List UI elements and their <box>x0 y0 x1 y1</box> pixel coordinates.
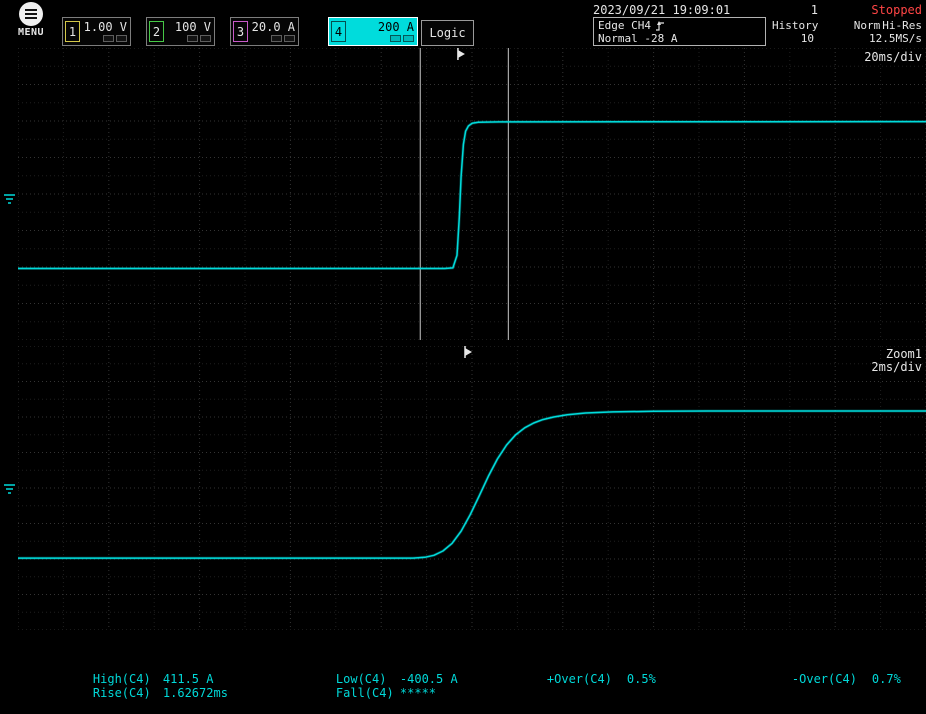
logic-button[interactable]: Logic <box>421 20 474 46</box>
ch4-zero-level-marker-zoom[interactable] <box>2 480 16 499</box>
main-waveform-area <box>18 48 926 340</box>
menu-button[interactable]: MENU <box>10 2 52 38</box>
logic-label: Logic <box>429 26 465 40</box>
acquisition-count: 1 <box>796 3 818 17</box>
channel-4-button[interactable]: 4 200 A <box>328 17 418 46</box>
run-state-indicator: Stopped <box>871 3 922 17</box>
trigger-position-marker[interactable] <box>465 348 472 356</box>
acquisition-mode: NormHi-Res <box>852 19 922 32</box>
channel-1-number: 1 <box>65 21 80 42</box>
probe-icon <box>200 35 211 42</box>
trigger-settings[interactable]: Edge CH4 Normal -28 A <box>593 17 766 46</box>
coupling-icon <box>103 35 114 42</box>
rising-edge-icon <box>655 20 665 32</box>
oscilloscope-screen: MENU 1 1.00 V 2 100 V 3 20.0 A 4 200 A L… <box>0 0 926 695</box>
coupling-icon <box>187 35 198 42</box>
channel-2-button[interactable]: 2 100 V <box>146 17 215 46</box>
probe-icon <box>284 35 295 42</box>
probe-icon <box>116 35 127 42</box>
zoom-title: Zoom1 <box>886 347 922 361</box>
channel-1-scale: 1.00 V <box>84 21 127 34</box>
main-timebase: 20ms/div <box>864 50 922 64</box>
waveform-ch4 <box>18 411 926 558</box>
trigger-position-marker[interactable] <box>458 50 465 58</box>
coupling-icon <box>390 35 401 42</box>
probe-icon <box>403 35 414 42</box>
hamburger-icon <box>19 2 43 26</box>
datetime: 2023/09/21 19:09:01 <box>593 3 730 17</box>
channel-2-scale: 100 V <box>175 21 211 34</box>
channel-3-button[interactable]: 3 20.0 A <box>230 17 299 46</box>
channel-4-scale: 200 A <box>378 21 414 34</box>
channel-1-button[interactable]: 1 1.00 V <box>62 17 131 46</box>
ch4-zero-level-marker-main[interactable] <box>2 190 16 209</box>
history-value: 10 <box>770 32 814 45</box>
measurement-rise: Rise(C4)1.62672ms <box>64 672 228 714</box>
waveform-ch4 <box>18 122 926 269</box>
trigger-mode-level: Normal -28 A <box>598 32 677 45</box>
channel-2-number: 2 <box>149 21 164 42</box>
menu-label: MENU <box>10 27 52 38</box>
channel-3-number: 3 <box>233 21 248 42</box>
trigger-type: Edge CH4 <box>598 19 651 32</box>
coupling-icon <box>271 35 282 42</box>
zoom-timebase: 2ms/div <box>871 360 922 374</box>
channel-4-number: 4 <box>331 21 346 42</box>
history-label: History <box>772 19 818 32</box>
sample-rate: 12.5MS/s <box>869 32 922 45</box>
measurement-fall: Fall(C4)***** <box>307 672 436 714</box>
measurement-neg-overshoot: -Over(C4)0.7% <box>763 658 901 700</box>
zoom-waveform-area <box>18 346 926 630</box>
channel-3-scale: 20.0 A <box>252 21 295 34</box>
measurement-pos-overshoot: +Over(C4)0.5% <box>518 658 656 700</box>
